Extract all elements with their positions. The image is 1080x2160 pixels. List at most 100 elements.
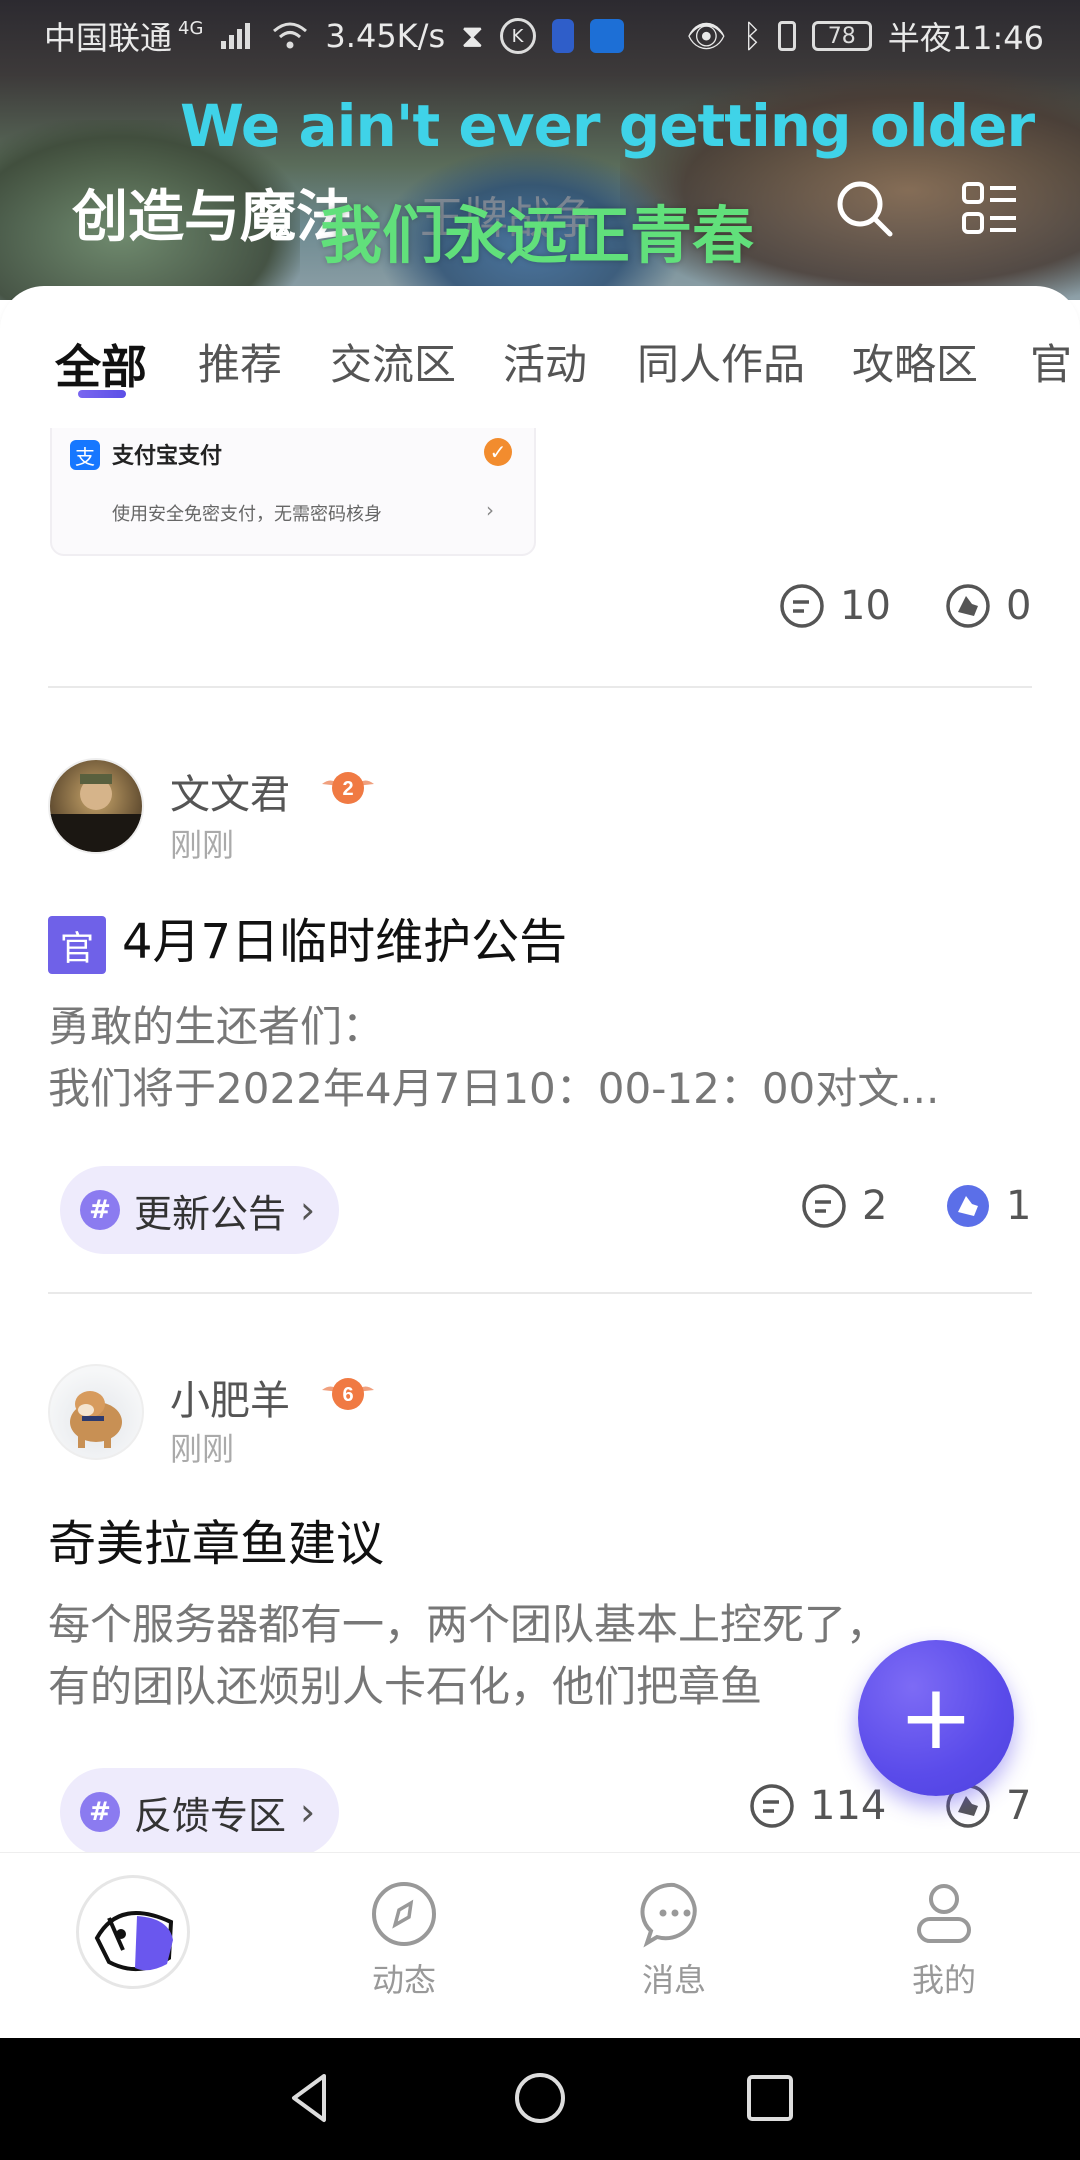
home-app-avatar-button[interactable]	[76, 1875, 190, 1989]
dog-avatar-image	[70, 1391, 122, 1448]
category-tabs: 全部 推荐 交流区 活动 同人作品 攻略区 官	[0, 286, 1080, 428]
eye-icon: 👁	[685, 17, 727, 55]
comment-icon	[750, 1784, 794, 1828]
post-title[interactable]: 奇美拉章鱼建议	[48, 1504, 384, 1574]
like-count-value: 0	[1006, 583, 1032, 629]
username[interactable]: 文文君	[170, 762, 290, 820]
post-time: 刚刚	[170, 826, 235, 864]
hourglass-icon: ⧗	[461, 16, 484, 55]
post-title[interactable]: 官 4月7日临时维护公告	[48, 902, 567, 974]
avatar[interactable]	[48, 1364, 144, 1460]
like-count-value: 7	[1006, 1783, 1032, 1829]
game-logo-avatar	[50, 774, 142, 852]
nav-feed-label: 动态	[371, 1961, 436, 1999]
create-post-button[interactable]: +	[858, 1640, 1014, 1796]
avatar[interactable]	[48, 758, 144, 854]
check-icon: ✓	[484, 438, 512, 466]
topic-tag-label: 更新公告	[134, 1191, 287, 1236]
k-app-icon: K	[499, 18, 536, 54]
system-navigation-bar	[0, 2038, 1080, 2160]
topic-tag[interactable]: # 反馈专区 ›	[60, 1768, 340, 1852]
post-excerpt[interactable]: 勇敢的生还者们： 我们将于2022年4月7日10：00-12：00对文...	[48, 996, 1028, 1120]
comment-count-value: 114	[810, 1783, 887, 1829]
chevron-right-icon: ›	[486, 498, 494, 522]
lyric-overlay-chinese: 我们永远正青春	[320, 199, 755, 272]
page-title: 创造与魔法	[72, 185, 352, 250]
nav-feed[interactable]: 动态	[324, 1879, 484, 2001]
active-tab-indicator	[78, 390, 126, 398]
network-speed: 3.45K/s	[325, 17, 446, 55]
post-divider	[48, 686, 1032, 688]
svg-text:2: 2	[342, 778, 353, 800]
post-excerpt-line: 每个服务器都有一，两个团队基本上控死了，	[48, 1600, 889, 1649]
tab-recommended[interactable]: 推荐	[198, 331, 282, 392]
bottom-navigation: 动态 消息 我的	[0, 1852, 1080, 2039]
hashtag-icon: #	[80, 1190, 120, 1230]
post-feed[interactable]: 支 支付宝支付 ✓ 使用安全免密支付，无需密码核身 › 10 0 文文君 2 刚…	[0, 428, 1080, 1852]
battery-icon: 78	[811, 21, 872, 51]
app-mascot-icon	[94, 1911, 174, 1972]
topic-tag-label: 反馈专区	[134, 1793, 287, 1838]
header-banner: 中国联通 4G 3.45K/s ⧗ K 👁 ᛒ 78 半夜11:46 We ai…	[0, 0, 1080, 300]
profile-icon	[917, 1884, 971, 1943]
signal-icon	[221, 23, 251, 49]
alipay-icon: 支	[70, 440, 100, 470]
payment-method-title: 支付宝支付	[112, 444, 223, 469]
clock-time: 半夜11:46	[887, 19, 1044, 57]
compass-icon	[372, 1882, 436, 1946]
nav-messages[interactable]: 消息	[594, 1879, 754, 2001]
shield-icon	[589, 19, 624, 53]
comment-count-value: 10	[840, 583, 891, 629]
tab-all[interactable]: 全部	[55, 331, 147, 397]
carrier-label: 中国联通	[44, 19, 173, 57]
like-count[interactable]: 1	[944, 1182, 1031, 1230]
tab-events[interactable]: 活动	[503, 331, 587, 392]
comment-count[interactable]: 2	[800, 1182, 887, 1230]
level-badge-icon: 2	[322, 772, 374, 804]
tab-fan-works[interactable]: 同人作品	[637, 331, 805, 392]
thumbs-up-icon	[947, 1185, 989, 1227]
post-title-text: 4月7日临时维护公告	[122, 914, 568, 970]
tab-guides[interactable]: 攻略区	[852, 331, 978, 392]
chevron-right-icon: ›	[300, 1790, 316, 1834]
hashtag-icon: #	[80, 1792, 120, 1832]
nav-profile-label: 我的	[911, 1961, 976, 1999]
home-icon[interactable]	[510, 2068, 570, 2128]
official-badge: 官	[48, 916, 106, 974]
comment-count[interactable]: 114	[748, 1782, 886, 1830]
topic-tag[interactable]: # 更新公告 ›	[60, 1166, 340, 1254]
like-count-value: 1	[1006, 1183, 1032, 1229]
chat-bubble-icon	[640, 1882, 697, 1948]
username[interactable]: 小肥羊	[170, 1368, 290, 1426]
wifi-icon	[273, 22, 308, 49]
post-excerpt-line: 勇敢的生还者们：	[48, 1002, 385, 1051]
tab-official[interactable]: 官	[1030, 331, 1072, 392]
back-icon[interactable]	[280, 2068, 340, 2128]
list-menu-icon[interactable]	[958, 176, 1022, 240]
comment-count[interactable]: 10	[778, 582, 891, 630]
vibrate-icon	[777, 21, 796, 51]
bluetooth-icon: ᛒ	[742, 17, 762, 55]
recents-icon[interactable]	[740, 2068, 800, 2128]
comment-count-value: 2	[862, 1183, 888, 1229]
nav-profile[interactable]: 我的	[864, 1879, 1024, 2001]
thumbs-up-icon	[946, 584, 990, 628]
comment-icon	[780, 584, 824, 628]
chevron-right-icon: ›	[300, 1188, 316, 1232]
post-excerpt-line: 我们将于2022年4月7日10：00-12：00对文...	[48, 1064, 940, 1113]
search-icon[interactable]	[832, 176, 896, 240]
post-divider	[48, 1292, 1032, 1294]
post-image-preview[interactable]: 支 支付宝支付 ✓ 使用安全免密支付，无需密码核身 ›	[50, 428, 536, 556]
status-bar: 中国联通 4G 3.45K/s ⧗ K 👁 ᛒ 78 半夜11:46	[0, 0, 1080, 72]
post-time: 刚刚	[170, 1430, 235, 1468]
like-count[interactable]: 0	[944, 582, 1031, 630]
svg-text:6: 6	[342, 1384, 353, 1406]
network-type: 4G	[178, 17, 204, 39]
battery-saver-icon	[551, 19, 574, 53]
level-badge-icon: 6	[322, 1378, 374, 1410]
tab-discussion[interactable]: 交流区	[330, 331, 456, 392]
comment-icon	[802, 1184, 846, 1228]
nav-messages-label: 消息	[641, 1961, 706, 1999]
payment-description: 使用安全免密支付，无需密码核身	[112, 504, 382, 525]
lyric-overlay-english: We ain't ever getting older	[180, 92, 1035, 160]
